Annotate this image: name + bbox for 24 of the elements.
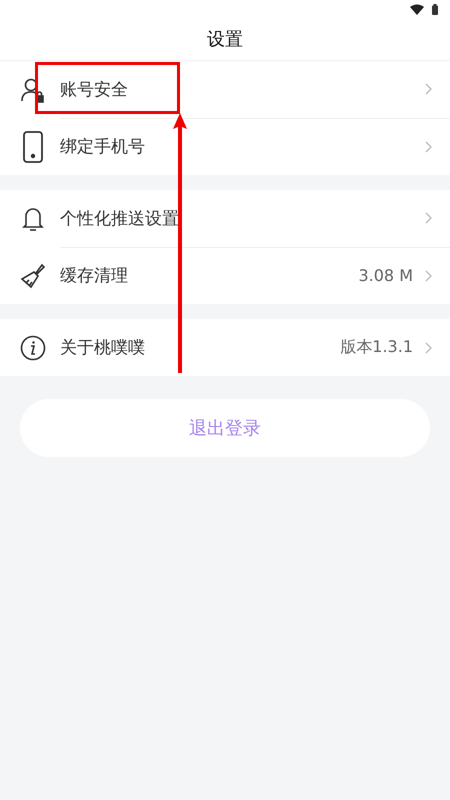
battery-icon xyxy=(432,4,438,14)
settings-item[interactable]: 关于桃噗噗 版本1.3.1 xyxy=(0,319,450,376)
user-lock-icon xyxy=(20,76,46,102)
chevron-icon xyxy=(425,270,432,282)
item-label: 缓存清理 xyxy=(60,265,129,287)
item-label: 个性化推送设置 xyxy=(60,208,180,230)
chevron-icon xyxy=(425,83,432,95)
brush-icon xyxy=(20,262,46,288)
page-title: 设置 xyxy=(207,28,243,51)
item-label: 账号安全 xyxy=(60,78,129,100)
item-value: 3.08 M xyxy=(358,266,413,285)
info-icon xyxy=(20,334,46,360)
bell-icon xyxy=(20,206,46,232)
settings-item[interactable]: 账号安全 xyxy=(0,61,450,118)
item-value: 版本1.3.1 xyxy=(340,337,413,358)
settings-item[interactable]: 缓存清理 3.08 M xyxy=(0,247,450,304)
phone-icon xyxy=(20,130,46,162)
item-label: 关于桃噗噗 xyxy=(60,337,146,359)
chevron-icon xyxy=(425,342,432,354)
wifi-icon xyxy=(410,4,424,14)
chevron-icon xyxy=(425,140,432,152)
item-label: 绑定手机号 xyxy=(60,136,146,158)
settings-item[interactable]: 绑定手机号 xyxy=(0,118,450,175)
chevron-icon xyxy=(425,212,432,224)
